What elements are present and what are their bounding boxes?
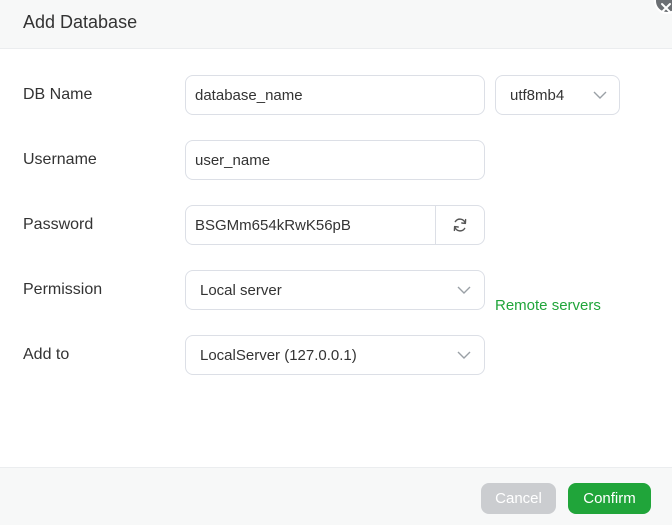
- chevron-down-icon: [457, 351, 471, 359]
- refresh-icon: [453, 218, 467, 232]
- db-name-input[interactable]: database_name: [185, 75, 485, 115]
- db-name-value: database_name: [195, 87, 303, 104]
- permission-label: Permission: [23, 281, 103, 298]
- chevron-down-icon: [593, 91, 607, 99]
- permission-value: Local server: [200, 282, 282, 299]
- database-form: DB Name database_name utf8mb4 Username u…: [0, 49, 672, 467]
- confirm-button[interactable]: Confirm: [568, 483, 651, 514]
- permission-select[interactable]: Local server: [185, 270, 485, 310]
- remote-servers-link[interactable]: Remote servers: [495, 297, 601, 314]
- add-database-dialog: Add Database DB Name database_name utf8m…: [0, 0, 672, 525]
- dialog-footer: Cancel Confirm: [0, 467, 672, 525]
- regenerate-password-button[interactable]: [435, 206, 484, 244]
- charset-select[interactable]: utf8mb4: [495, 75, 620, 115]
- cancel-button[interactable]: Cancel: [481, 483, 556, 514]
- add-to-value: LocalServer (127.0.0.1): [200, 347, 357, 364]
- username-value: user_name: [195, 152, 271, 169]
- close-icon: [661, 3, 671, 13]
- password-value: BSGMm654kRwK56pB: [195, 217, 351, 234]
- dialog-header: Add Database: [0, 0, 672, 49]
- username-input[interactable]: user_name: [185, 140, 485, 180]
- password-input[interactable]: BSGMm654kRwK56pB: [185, 205, 485, 245]
- add-to-select[interactable]: LocalServer (127.0.0.1): [185, 335, 485, 375]
- username-label: Username: [23, 151, 97, 168]
- add-to-label: Add to: [23, 346, 70, 363]
- charset-value: utf8mb4: [510, 87, 565, 104]
- db-name-label: DB Name: [23, 86, 93, 103]
- chevron-down-icon: [457, 286, 471, 294]
- password-label: Password: [23, 216, 94, 233]
- dialog-title: Add Database: [23, 12, 138, 32]
